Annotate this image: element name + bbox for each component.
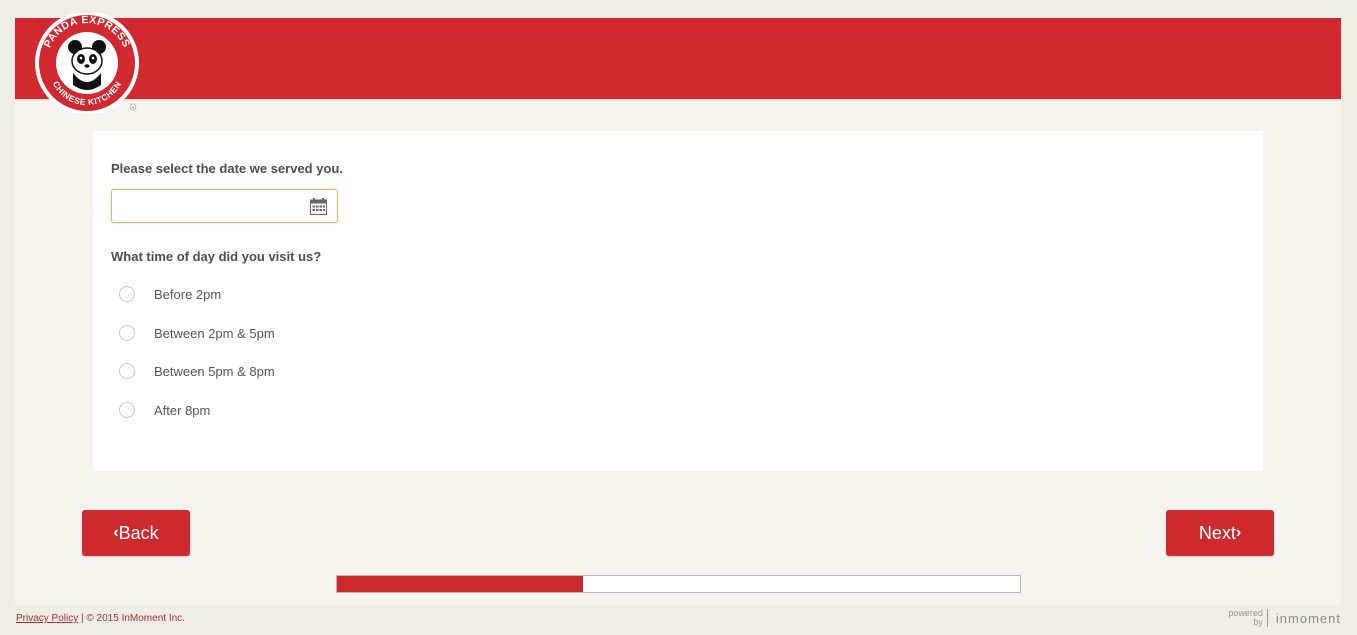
- svg-text:R: R: [132, 105, 135, 110]
- option-label: After 8pm: [154, 402, 211, 418]
- next-button[interactable]: Next ›: [1166, 510, 1274, 556]
- back-label: Back: [118, 522, 159, 543]
- header-bar: PANDA EXPRESS CHINESE KITCHEN R: [15, 13, 1341, 113]
- calendar-icon[interactable]: [310, 198, 327, 215]
- survey-frame: PANDA EXPRESS CHINESE KITCHEN R Please s…: [15, 13, 1341, 605]
- copyright-text: | © 2015 InMoment Inc.: [81, 613, 185, 624]
- privacy-policy-link[interactable]: Privacy Policy: [16, 613, 78, 624]
- back-button[interactable]: ‹ Back: [82, 510, 190, 556]
- powered-by-text: powered by: [1228, 609, 1263, 627]
- radio-button[interactable]: [119, 286, 135, 302]
- date-question: Please select the date we served you.: [111, 161, 343, 176]
- chevron-right-icon: ›: [1235, 524, 1242, 541]
- time-option-5pm-8pm[interactable]: Between 5pm & 8pm: [119, 361, 275, 381]
- option-label: Between 5pm & 8pm: [154, 363, 275, 379]
- survey-card: Please select the date we served you. Wh…: [93, 131, 1263, 471]
- option-label: Before 2pm: [154, 286, 222, 302]
- time-option-2pm-5pm[interactable]: Between 2pm & 5pm: [119, 323, 275, 343]
- divider: [1266, 609, 1268, 627]
- inmoment-logo: inmoment: [1275, 610, 1341, 626]
- footer: Privacy Policy | © 2015 InMoment Inc.: [16, 613, 185, 624]
- time-question: What time of day did you visit us?: [111, 249, 322, 264]
- date-field[interactable]: [111, 189, 338, 223]
- progress-fill: [337, 576, 583, 592]
- by-word: by: [1253, 617, 1263, 627]
- next-label: Next: [1198, 522, 1236, 543]
- panda-express-logo: PANDA EXPRESS CHINESE KITCHEN R: [35, 13, 139, 113]
- radio-button[interactable]: [119, 325, 135, 341]
- powered-by-badge: powered by inmoment: [1228, 609, 1341, 627]
- time-option-before-2pm[interactable]: Before 2pm: [119, 284, 221, 304]
- progress-bar: [336, 575, 1021, 593]
- option-label: Between 2pm & 5pm: [154, 325, 275, 341]
- radio-button[interactable]: [119, 363, 135, 379]
- radio-button[interactable]: [119, 402, 135, 418]
- time-option-after-8pm[interactable]: After 8pm: [119, 400, 210, 420]
